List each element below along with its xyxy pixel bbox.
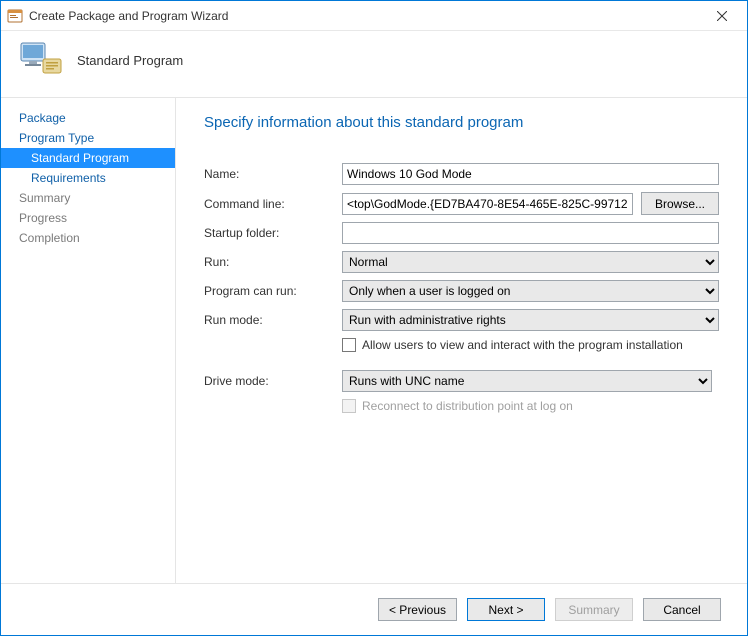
reconnect-label: Reconnect to distribution point at log o… bbox=[362, 399, 573, 413]
allow-interact-checkbox[interactable] bbox=[342, 338, 356, 352]
window-title: Create Package and Program Wizard bbox=[29, 9, 228, 23]
program-can-run-select[interactable]: Only when a user is logged on bbox=[342, 280, 719, 302]
command-line-input[interactable] bbox=[342, 193, 633, 215]
wizard-header: Standard Program bbox=[1, 31, 747, 97]
summary-button: Summary bbox=[555, 598, 633, 621]
nav-package[interactable]: Package bbox=[1, 108, 175, 128]
startup-folder-label: Startup folder: bbox=[204, 226, 334, 240]
titlebar: Create Package and Program Wizard bbox=[1, 1, 747, 31]
nav-standard-program[interactable]: Standard Program bbox=[1, 148, 175, 168]
drive-mode-label: Drive mode: bbox=[204, 374, 334, 388]
nav-program-type[interactable]: Program Type bbox=[1, 128, 175, 148]
name-input[interactable] bbox=[342, 163, 719, 185]
nav-requirements[interactable]: Requirements bbox=[1, 168, 175, 188]
close-button[interactable] bbox=[703, 2, 741, 30]
command-line-label: Command line: bbox=[204, 197, 334, 211]
run-label: Run: bbox=[204, 255, 334, 269]
reconnect-checkbox bbox=[342, 399, 356, 413]
nav-progress[interactable]: Progress bbox=[1, 208, 175, 228]
wizard-window: Create Package and Program Wizard Standa… bbox=[0, 0, 748, 636]
nav-completion[interactable]: Completion bbox=[1, 228, 175, 248]
wizard-buttonbar: < Previous Next > Summary Cancel bbox=[1, 583, 747, 635]
wizard-content: Specify information about this standard … bbox=[176, 98, 747, 583]
name-label: Name: bbox=[204, 167, 334, 181]
wizard-nav: Package Program Type Standard Program Re… bbox=[1, 98, 176, 583]
drive-mode-select[interactable]: Runs with UNC name bbox=[342, 370, 712, 392]
app-icon bbox=[7, 8, 23, 24]
cancel-button[interactable]: Cancel bbox=[643, 598, 721, 621]
browse-button[interactable]: Browse... bbox=[641, 192, 719, 215]
wizard-body: Package Program Type Standard Program Re… bbox=[1, 97, 747, 583]
program-can-run-label: Program can run: bbox=[204, 284, 334, 298]
computer-icon bbox=[19, 39, 63, 81]
wizard-step-title: Standard Program bbox=[77, 53, 183, 68]
nav-summary[interactable]: Summary bbox=[1, 188, 175, 208]
page-heading: Specify information about this standard … bbox=[204, 114, 719, 131]
run-mode-select[interactable]: Run with administrative rights bbox=[342, 309, 719, 331]
next-button[interactable]: Next > bbox=[467, 598, 545, 621]
close-icon bbox=[717, 11, 727, 21]
run-mode-label: Run mode: bbox=[204, 313, 334, 327]
previous-button[interactable]: < Previous bbox=[378, 598, 457, 621]
allow-interact-label: Allow users to view and interact with th… bbox=[362, 338, 683, 352]
run-select[interactable]: Normal bbox=[342, 251, 719, 273]
startup-folder-input[interactable] bbox=[342, 222, 719, 244]
